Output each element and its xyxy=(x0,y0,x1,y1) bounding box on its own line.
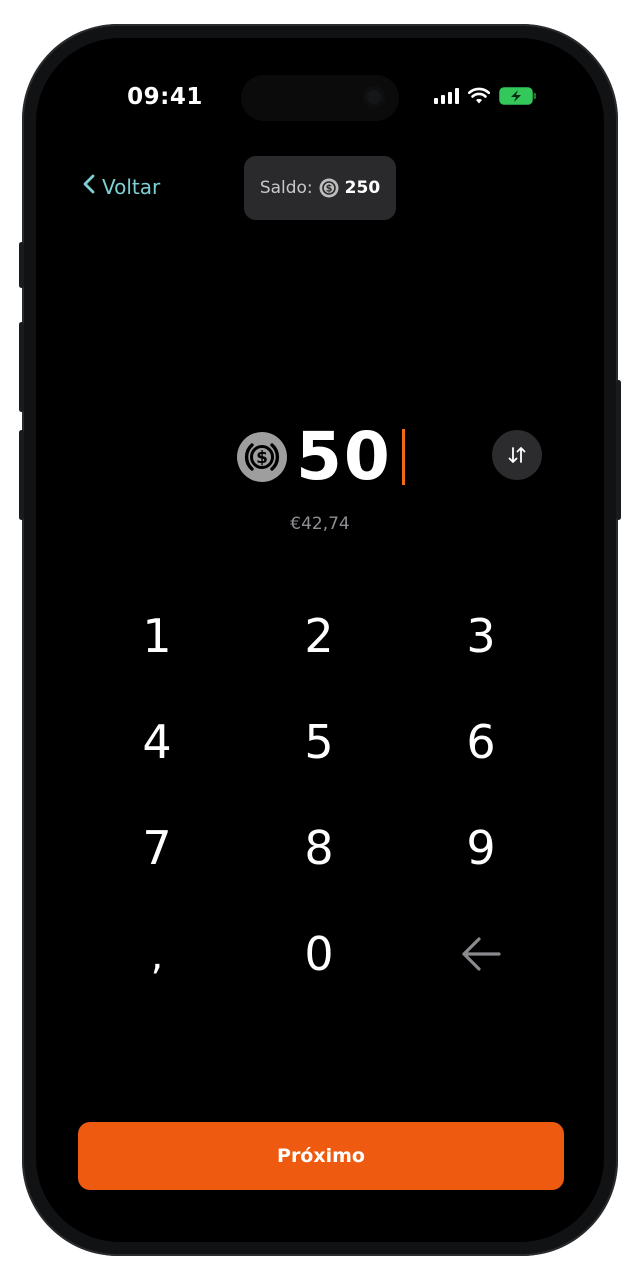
chevron-left-icon xyxy=(82,174,96,199)
swap-vertical-icon xyxy=(508,447,526,463)
text-caret xyxy=(401,429,405,485)
svg-text:$: $ xyxy=(325,184,332,195)
key-7[interactable]: 7 xyxy=(76,795,238,901)
usdc-coin-icon: $ xyxy=(237,432,287,482)
screen: 09:41 Voltar Saldo: $ 250 $ 50 €42,74 1 … xyxy=(36,38,604,1242)
signal-icon xyxy=(434,88,459,104)
power-button xyxy=(616,380,621,520)
action-button xyxy=(19,242,24,288)
backspace-key[interactable] xyxy=(400,901,562,1007)
numeric-keypad: 1 2 3 4 5 6 7 8 9 , 0 xyxy=(76,583,562,1007)
svg-text:$: $ xyxy=(256,448,268,468)
volume-down-button xyxy=(19,430,24,520)
key-3[interactable]: 3 xyxy=(400,583,562,689)
key-8[interactable]: 8 xyxy=(238,795,400,901)
wifi-icon xyxy=(468,87,490,104)
key-1[interactable]: 1 xyxy=(76,583,238,689)
key-2[interactable]: 2 xyxy=(238,583,400,689)
key-9[interactable]: 9 xyxy=(400,795,562,901)
amount-value: 50 xyxy=(296,418,392,495)
next-button[interactable]: Próximo xyxy=(78,1122,564,1190)
swap-currency-button[interactable] xyxy=(492,430,542,480)
balance-value: 250 xyxy=(344,178,381,198)
fiat-equivalent: €42,74 xyxy=(290,514,350,534)
status-time: 09:41 xyxy=(127,84,203,110)
key-4[interactable]: 4 xyxy=(76,689,238,795)
key-6[interactable]: 6 xyxy=(400,689,562,795)
balance-label: Saldo: xyxy=(259,178,313,198)
balance-pill: Saldo: $ 250 xyxy=(244,156,396,220)
usdc-coin-icon: $ xyxy=(319,178,339,198)
backspace-arrow-icon xyxy=(462,937,501,971)
back-label: Voltar xyxy=(102,174,161,199)
key-5[interactable]: 5 xyxy=(238,689,400,795)
key-0[interactable]: 0 xyxy=(238,901,400,1007)
status-icons xyxy=(434,84,537,108)
back-button[interactable]: Voltar xyxy=(82,174,160,199)
dynamic-island xyxy=(241,75,399,121)
volume-up-button xyxy=(19,322,24,412)
amount-display[interactable]: $ 50 xyxy=(236,422,405,492)
front-camera xyxy=(363,86,385,108)
phone-frame: 09:41 Voltar Saldo: $ 250 $ 50 €42,74 1 … xyxy=(19,24,621,1256)
battery-charging-icon xyxy=(499,87,536,105)
key-comma[interactable]: , xyxy=(76,901,238,1007)
